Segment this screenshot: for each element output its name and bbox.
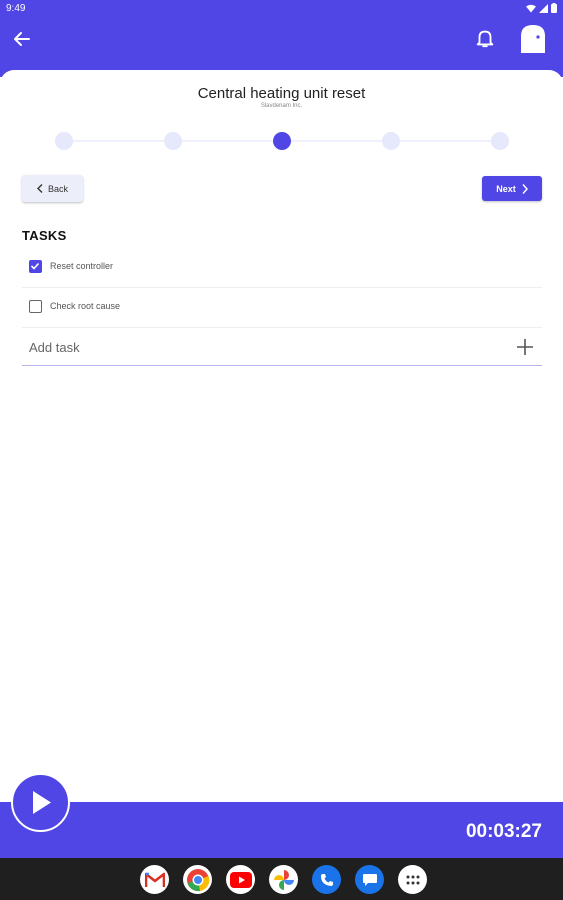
app-drawer-icon[interactable]: [398, 865, 427, 894]
task-label: Reset controller: [50, 261, 114, 271]
app-bar: [0, 17, 563, 77]
step-dot-1: [55, 132, 73, 150]
status-bar: 9:49: [0, 0, 563, 17]
back-button-label: Back: [47, 183, 68, 194]
chevron-left-icon: [36, 184, 43, 193]
add-task-field[interactable]: Add task: [22, 328, 542, 366]
signal-icon: [539, 3, 548, 13]
task-checkbox[interactable]: [29, 300, 42, 313]
bell-icon[interactable]: [474, 27, 496, 49]
step-dot-3: [273, 132, 291, 150]
step-dot-5: [491, 132, 509, 150]
youtube-icon[interactable]: [226, 865, 255, 894]
app-dock: [140, 865, 427, 894]
gmail-icon[interactable]: [140, 865, 169, 894]
main-card: Central heating unit reset Slavdenam Inc…: [0, 70, 563, 803]
back-button[interactable]: Back: [22, 175, 83, 202]
task-row[interactable]: Check root cause: [22, 288, 542, 328]
next-button-label: Next: [496, 183, 516, 194]
next-button[interactable]: Next: [482, 176, 542, 201]
play-icon: [33, 791, 51, 814]
chevron-right-icon: [522, 183, 528, 194]
step-dot-4: [382, 132, 400, 150]
plus-icon[interactable]: [516, 338, 534, 356]
messages-icon[interactable]: [355, 865, 384, 894]
page-title: Central heating unit reset: [197, 85, 366, 102]
ghost-avatar-icon[interactable]: [519, 24, 547, 54]
step-dot-2: [164, 132, 182, 150]
wifi-icon: [526, 4, 536, 12]
photos-icon[interactable]: [269, 865, 298, 894]
status-icons: [526, 3, 557, 13]
battery-icon: [551, 3, 557, 13]
chrome-icon[interactable]: [183, 865, 212, 894]
task-row[interactable]: Reset controller: [22, 248, 542, 288]
system-nav-bar: [0, 858, 563, 900]
timer-display: 00:03:27: [465, 821, 542, 842]
back-arrow-icon[interactable]: [10, 27, 34, 51]
add-task-placeholder: Add task: [29, 340, 80, 355]
status-time: 9:49: [6, 3, 26, 14]
checkmark-icon: [30, 262, 40, 270]
progress-stepper: [55, 132, 509, 150]
task-checkbox-checked[interactable]: [29, 260, 42, 273]
tasks-heading: TASKS: [22, 228, 67, 243]
timer-bar: 00:03:27: [0, 802, 563, 858]
play-button[interactable]: [11, 773, 70, 832]
task-label: Check root cause: [50, 301, 121, 311]
phone-icon[interactable]: [312, 865, 341, 894]
page-subtitle: Slavdenam Inc.: [260, 103, 303, 109]
